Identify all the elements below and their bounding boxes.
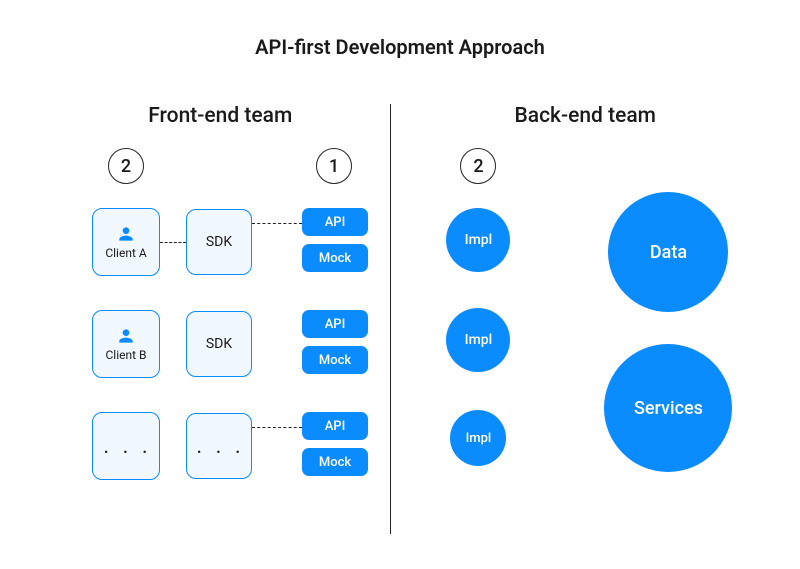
client-a-box: Client A xyxy=(92,208,160,276)
sdk-box-2: SDK xyxy=(186,311,252,377)
sdk-box-1: SDK xyxy=(186,209,252,275)
api-pill-1: API xyxy=(302,208,368,236)
user-icon xyxy=(116,224,136,244)
frontend-area: 2 1 Client A SDK API Mock Client B SDK A… xyxy=(70,148,370,528)
columns: Front-end team 2 1 Client A SDK API Mock… xyxy=(0,104,800,534)
impl-circle-3: Impl xyxy=(450,410,506,466)
api-pill-3: API xyxy=(302,412,368,440)
services-circle: Services xyxy=(604,344,732,472)
mock-pill-3: Mock xyxy=(302,448,368,476)
client-b-label: Client B xyxy=(105,348,146,362)
frontend-badge-1: 1 xyxy=(316,148,352,184)
backend-column: Back-end team 2 Impl Impl Impl Data Serv… xyxy=(430,104,740,534)
backend-title: Back-end team xyxy=(430,104,740,128)
api-pill-2: API xyxy=(302,310,368,338)
impl-circle-1: Impl xyxy=(446,208,510,272)
client-a-label: Client A xyxy=(105,246,146,260)
user-icon xyxy=(116,326,136,346)
data-circle: Data xyxy=(608,192,728,312)
frontend-column: Front-end team 2 1 Client A SDK API Mock… xyxy=(70,104,370,534)
mock-pill-1: Mock xyxy=(302,244,368,272)
client-b-box: Client B xyxy=(92,310,160,378)
dash-connector xyxy=(252,427,302,428)
dash-connector xyxy=(252,223,302,224)
mock-pill-2: Mock xyxy=(302,346,368,374)
sdk-ellipsis-box: . . . xyxy=(186,413,252,479)
client-ellipsis-box: . . . xyxy=(92,412,160,480)
dash-connector xyxy=(160,242,186,243)
diagram-title: API-first Development Approach xyxy=(0,0,800,59)
backend-badge-2: 2 xyxy=(460,148,496,184)
vertical-divider xyxy=(390,104,391,534)
frontend-title: Front-end team xyxy=(70,104,370,128)
backend-area: 2 Impl Impl Impl Data Services xyxy=(430,148,740,528)
impl-circle-2: Impl xyxy=(446,308,510,372)
frontend-badge-2: 2 xyxy=(108,148,144,184)
